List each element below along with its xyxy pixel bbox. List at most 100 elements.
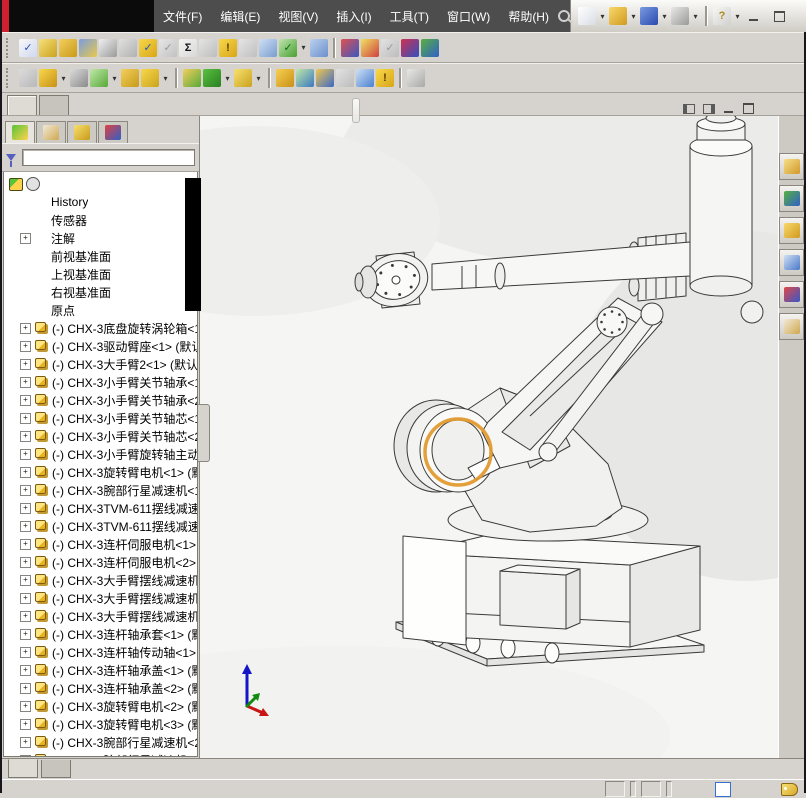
dropdown-caret[interactable]: ▾ bbox=[161, 69, 170, 87]
tree-component[interactable]: + (-) CHX-3大手臂2<1> (默认< bbox=[4, 355, 197, 373]
sustainability-icon[interactable] bbox=[421, 38, 439, 57]
file-explorer-icon[interactable] bbox=[779, 217, 804, 244]
toolbar-separator[interactable] bbox=[704, 6, 708, 26]
expand-box[interactable]: + bbox=[20, 484, 31, 496]
expand-box[interactable]: + bbox=[20, 736, 31, 748]
open-document-icon[interactable] bbox=[608, 7, 627, 25]
preview-window-icon[interactable] bbox=[341, 38, 359, 57]
menu-item[interactable]: 编辑(E) bbox=[211, 0, 269, 32]
panel-splitter-flyout[interactable] bbox=[198, 404, 210, 462]
motion-study-icon[interactable] bbox=[276, 69, 294, 87]
design-library-icon[interactable] bbox=[779, 185, 804, 212]
expand-box[interactable]: + bbox=[20, 466, 31, 478]
mass-properties-icon[interactable] bbox=[59, 38, 77, 57]
design-checker-icon[interactable]: ✓ bbox=[139, 38, 157, 57]
toolbar-grip[interactable] bbox=[6, 68, 14, 88]
tree-component[interactable]: + (-) CHX-3连杆伺服电机<1> bbox=[4, 535, 197, 553]
reference-geometry-icon[interactable] bbox=[234, 69, 252, 87]
tree-component[interactable]: + (-) CHX-3腕部行星减速机<3> bbox=[4, 751, 197, 756]
toolbar-separator[interactable] bbox=[333, 37, 336, 58]
compare-documents-icon[interactable] bbox=[259, 38, 277, 57]
take-snapshot-icon[interactable] bbox=[407, 69, 425, 87]
expand-box[interactable]: + bbox=[20, 610, 31, 622]
dropdown-caret[interactable]: ▾ bbox=[691, 7, 700, 25]
menu-item[interactable]: 帮助(H) bbox=[499, 0, 558, 32]
check-active-document-icon[interactable]: ✓ bbox=[279, 38, 297, 57]
expand-box[interactable]: + bbox=[20, 358, 31, 370]
tree-component[interactable]: + (-) CHX-3连杆轴传动轴<1> bbox=[4, 643, 197, 661]
toolbar-separator[interactable] bbox=[175, 68, 178, 88]
compare-versions-icon[interactable] bbox=[401, 38, 419, 57]
minimize-button[interactable] bbox=[744, 8, 764, 24]
insert-component-disabled-icon[interactable] bbox=[19, 69, 37, 87]
expand-box[interactable]: + bbox=[20, 664, 31, 676]
doc-minimize-button[interactable] bbox=[720, 100, 737, 117]
assembly-features-icon[interactable] bbox=[203, 69, 221, 87]
expand-box[interactable]: + bbox=[20, 340, 31, 352]
deviation-analysis-disabled-icon[interactable] bbox=[199, 38, 217, 57]
show-hidden-components-icon[interactable] bbox=[183, 69, 201, 87]
approve-disabled-icon[interactable]: ✓ bbox=[381, 38, 399, 57]
expand-box[interactable]: + bbox=[20, 718, 31, 730]
propertymanager-tab-icon[interactable] bbox=[36, 121, 66, 143]
filter-icon[interactable] bbox=[6, 154, 16, 167]
doc-restore-button[interactable] bbox=[740, 100, 757, 117]
tree-component[interactable]: + (-) CHX-3TVM-611摆线减速机 bbox=[4, 499, 197, 517]
tree-root-assembly[interactable] bbox=[4, 175, 197, 193]
dropdown-caret[interactable]: ▾ bbox=[660, 7, 669, 25]
design-table-icon[interactable] bbox=[310, 38, 328, 57]
dropdown-caret[interactable]: ▾ bbox=[59, 69, 68, 87]
solidworks-resources-icon[interactable] bbox=[779, 153, 804, 180]
tree-component[interactable]: + (-) CHX-3小手臂关节轴芯<2> bbox=[4, 427, 197, 445]
move-component-icon[interactable] bbox=[141, 69, 159, 87]
assembly-statistics-disabled-icon[interactable] bbox=[119, 38, 137, 57]
view-palette-icon[interactable] bbox=[779, 249, 804, 276]
tree-filter-input[interactable] bbox=[22, 149, 195, 166]
performance-evaluation-icon[interactable] bbox=[99, 38, 117, 57]
expand-box[interactable]: + bbox=[20, 628, 31, 640]
appearances-scenes-icon[interactable] bbox=[779, 281, 804, 308]
expand-box[interactable]: + bbox=[20, 700, 31, 712]
tree-item[interactable]: + 前视基准面 bbox=[4, 247, 197, 265]
mate-icon[interactable] bbox=[70, 69, 88, 87]
menu-item[interactable]: 文件(F) bbox=[154, 0, 211, 32]
tree-component[interactable]: + (-) CHX-3小手臂旋转轴主动 bbox=[4, 445, 197, 463]
tree-component[interactable]: + (-) CHX-3连杆轴承盖<1> (默 bbox=[4, 661, 197, 679]
tree-component[interactable]: + (-) CHX-3旋转臂电机<2> (默 bbox=[4, 697, 197, 715]
menu-item[interactable]: 插入(I) bbox=[327, 0, 380, 32]
toolbar-grip[interactable] bbox=[6, 37, 14, 58]
expand-box[interactable]: + bbox=[20, 232, 31, 244]
assemblyxpert-icon[interactable]: ! bbox=[376, 69, 394, 87]
toolbar-separator[interactable] bbox=[268, 68, 271, 88]
spell-checker-icon[interactable]: ✓ bbox=[19, 38, 37, 57]
measure-icon[interactable] bbox=[39, 38, 57, 57]
import-diagnostics-icon[interactable]: ! bbox=[219, 38, 237, 57]
collapse-right-pane-button[interactable] bbox=[700, 100, 717, 117]
tree-item[interactable]: + History bbox=[4, 193, 197, 211]
tree-component[interactable]: + (-) CHX-3小手臂关节轴承<1> bbox=[4, 373, 197, 391]
displaymanager-tab-icon[interactable] bbox=[98, 121, 128, 143]
menu-item[interactable]: 视图(V) bbox=[269, 0, 327, 32]
dropdown-caret[interactable]: ▾ bbox=[110, 69, 119, 87]
tree-component[interactable]: + (-) CHX-3连杆轴承盖<2> (默 bbox=[4, 679, 197, 697]
dropdown-caret[interactable]: ▾ bbox=[629, 7, 638, 25]
tree-component[interactable]: + (-) CHX-3旋转臂电机<1> (默 bbox=[4, 463, 197, 481]
render-glow-icon[interactable] bbox=[361, 38, 379, 57]
interference-detection-icon[interactable] bbox=[356, 69, 374, 87]
expand-box[interactable]: + bbox=[20, 376, 31, 388]
graphics-viewport[interactable] bbox=[200, 116, 778, 758]
tree-item[interactable]: + 右视基准面 bbox=[4, 283, 197, 301]
toolbar-separator[interactable] bbox=[399, 68, 402, 88]
tree-component[interactable]: + (-) CHX-3旋转臂电机<3> (默 bbox=[4, 715, 197, 733]
tree-component[interactable]: + (-) CHX-3大手臂摆线减速机 bbox=[4, 607, 197, 625]
equations-icon[interactable]: Σ bbox=[179, 38, 197, 57]
status-units[interactable] bbox=[677, 782, 705, 796]
expand-box[interactable]: + bbox=[20, 502, 31, 514]
exploded-view-icon[interactable] bbox=[316, 69, 334, 87]
expand-box[interactable]: + bbox=[20, 394, 31, 406]
menu-item[interactable]: 工具(T) bbox=[381, 0, 438, 32]
tree-component[interactable]: + (-) CHX-3连杆伺服电机<2> bbox=[4, 553, 197, 571]
expand-box[interactable]: + bbox=[20, 322, 31, 334]
tree-component[interactable]: + (-) CHX-3小手臂关节轴承<2> bbox=[4, 391, 197, 409]
save-icon[interactable] bbox=[639, 7, 658, 25]
